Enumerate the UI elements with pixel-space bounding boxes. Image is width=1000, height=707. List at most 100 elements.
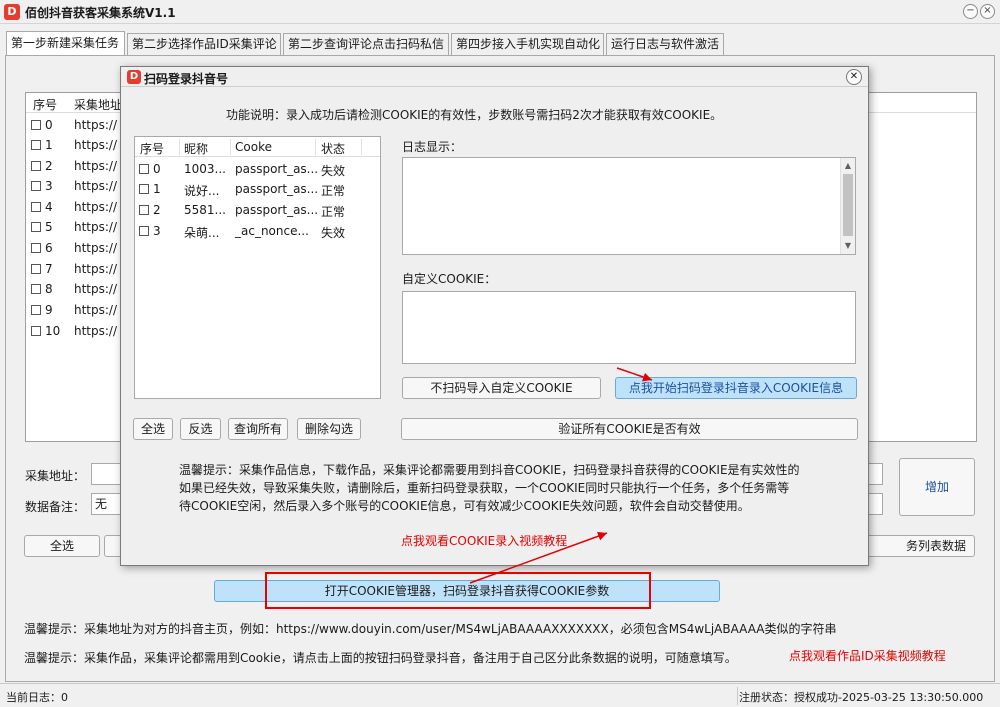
- account-nickname: 说好...: [184, 184, 220, 198]
- account-row[interactable]: 3 朵萌... _ac_nonce... 失效: [135, 221, 380, 242]
- row-checkbox[interactable]: [139, 184, 149, 194]
- row-checkbox[interactable]: [31, 284, 41, 294]
- account-status: 正常: [321, 205, 346, 219]
- registration-status: 注册状态：授权成功-2025-03-25 13:30:50.000: [739, 691, 984, 704]
- row-index: 4: [45, 200, 53, 214]
- log-scrollbar[interactable]: ▲ ▼: [840, 158, 855, 254]
- account-index: 3: [153, 224, 161, 238]
- tip-address: 温馨提示：采集地址为对方的抖音主页，例如：https://www.douyin.…: [24, 622, 837, 636]
- row-index: 0: [45, 118, 53, 132]
- row-checkbox[interactable]: [31, 264, 41, 274]
- log-display[interactable]: [402, 157, 856, 255]
- col-url[interactable]: 采集地址: [74, 96, 122, 113]
- scroll-down-icon[interactable]: ▼: [843, 240, 853, 252]
- row-url: https://: [74, 282, 118, 296]
- log-status: 当前日志：0: [6, 691, 68, 704]
- import-custom-cookie-button[interactable]: 不扫码导入自定义COOKIE: [402, 377, 601, 399]
- row-index: 8: [45, 282, 53, 296]
- account-index: 0: [153, 162, 161, 176]
- row-checkbox[interactable]: [31, 305, 41, 315]
- cookie-video-tutorial-link[interactable]: 点我观看COOKIE录入视频教程: [401, 532, 567, 549]
- column-divider: [361, 139, 362, 155]
- row-index: 1: [45, 138, 53, 152]
- select-all-accounts-button[interactable]: 全选: [133, 418, 173, 440]
- add-button[interactable]: 增加: [899, 458, 975, 516]
- row-index: 3: [45, 179, 53, 193]
- row-index: 10: [45, 324, 61, 338]
- title-bar: D 佰创抖音获客采集系统V1.1 − ×: [0, 0, 1000, 24]
- tip-cookie: 温馨提示：采集作品，采集评论都需用到Cookie，请点击上面的按钮扫码登录抖音，…: [24, 651, 737, 665]
- row-url: https://: [74, 303, 118, 317]
- verify-all-cookies-button[interactable]: 验证所有COOKIE是否有效: [401, 418, 858, 440]
- close-window-button[interactable]: ×: [980, 4, 995, 19]
- query-all-button[interactable]: 查询所有: [228, 418, 288, 440]
- col-index[interactable]: 序号: [33, 96, 57, 113]
- account-status: 失效: [321, 164, 346, 178]
- dialog-close-button[interactable]: ✕: [846, 69, 862, 85]
- dialog-description: 功能说明：录入成功后请检测COOKIE的有效性，步数账号需扫码2次才能获取有效C…: [226, 108, 723, 122]
- custom-cookie-input[interactable]: [402, 291, 856, 364]
- row-url: https://: [74, 118, 118, 132]
- dialog-logo-icon: D: [127, 70, 141, 84]
- app-logo-icon: D: [4, 4, 20, 20]
- warm-tip-line: 待COOKIE空闲，然后录入多个账号的COOKIE信息，可有效减少COOKIE失…: [179, 499, 750, 513]
- status-divider: [737, 687, 738, 705]
- scroll-up-icon[interactable]: ▲: [843, 160, 853, 172]
- col-index[interactable]: 序号: [140, 140, 164, 157]
- row-url: https://: [74, 324, 118, 338]
- row-checkbox[interactable]: [139, 164, 149, 174]
- account-row[interactable]: 0 1003... passport_as... 失效: [135, 159, 380, 180]
- row-checkbox[interactable]: [31, 161, 41, 171]
- account-list-header: 序号 昵称 Cooke 状态: [135, 137, 380, 157]
- row-checkbox[interactable]: [31, 140, 41, 150]
- account-nickname: 1003...: [184, 162, 226, 176]
- row-checkbox[interactable]: [31, 181, 41, 191]
- tab-phone-automation[interactable]: 第四步接入手机实现自动化: [451, 33, 604, 55]
- column-divider: [315, 139, 316, 155]
- account-cookie: passport_as...: [235, 182, 319, 196]
- row-checkbox[interactable]: [31, 222, 41, 232]
- row-checkbox[interactable]: [31, 120, 41, 130]
- row-checkbox[interactable]: [31, 326, 41, 336]
- account-list[interactable]: 序号 昵称 Cooke 状态 0 1003... passport_as... …: [134, 136, 381, 399]
- scroll-thumb[interactable]: [843, 174, 853, 236]
- log-label: 日志显示：: [402, 140, 463, 154]
- account-row[interactable]: 1 说好... passport_as... 正常: [135, 179, 380, 200]
- tab-query-comments[interactable]: 第二步查询评论点击扫码私信: [283, 33, 449, 55]
- invert-selection-button[interactable]: 反选: [180, 418, 221, 440]
- row-checkbox[interactable]: [31, 202, 41, 212]
- column-divider: [230, 139, 231, 155]
- col-status[interactable]: 状态: [321, 140, 345, 157]
- app-title: 佰创抖音获客采集系统V1.1: [25, 6, 176, 20]
- account-nickname: 5581...: [184, 203, 226, 217]
- annotation-highlight-box: [265, 572, 651, 609]
- account-row[interactable]: 2 5581... passport_as... 正常: [135, 200, 380, 221]
- video-tutorial-link[interactable]: 点我观看作品ID采集视频教程: [789, 647, 946, 664]
- row-url: https://: [74, 262, 118, 276]
- row-index: 9: [45, 303, 53, 317]
- row-url: https://: [74, 200, 118, 214]
- minimize-button[interactable]: −: [963, 4, 978, 19]
- row-index: 7: [45, 262, 53, 276]
- tab-new-task[interactable]: 第一步新建采集任务: [6, 31, 125, 55]
- row-checkbox[interactable]: [139, 205, 149, 215]
- col-nickname[interactable]: 昵称: [184, 140, 208, 157]
- warm-tip-line: 如果已经失效，导致采集失败，请删除后，重新扫码登录获取，一个COOKIE同时只能…: [179, 481, 790, 495]
- scan-login-button[interactable]: 点我开始扫码登录抖音录入COOKIE信息: [615, 377, 857, 399]
- tab-logs-activation[interactable]: 运行日志与软件激活: [606, 33, 724, 55]
- select-all-button[interactable]: 全选: [24, 535, 100, 557]
- col-cookie[interactable]: Cooke: [235, 140, 272, 154]
- row-checkbox[interactable]: [31, 243, 41, 253]
- row-index: 2: [45, 159, 53, 173]
- cookie-login-dialog: D 扫码登录抖音号 ✕ 功能说明：录入成功后请检测COOKIE的有效性，步数账号…: [120, 66, 869, 566]
- delete-checked-button[interactable]: 删除勾选: [297, 418, 361, 440]
- remark-label: 数据备注：: [25, 500, 86, 514]
- dialog-title: 扫码登录抖音号: [144, 72, 229, 86]
- row-url: https://: [74, 159, 118, 173]
- tab-select-work[interactable]: 第二步选择作品ID采集评论: [127, 33, 281, 55]
- row-checkbox[interactable]: [139, 226, 149, 236]
- column-divider: [179, 139, 180, 155]
- row-url: https://: [74, 179, 118, 193]
- status-bar: 当前日志：0 注册状态：授权成功-2025-03-25 13:30:50.000: [0, 683, 1000, 707]
- account-nickname: 朵萌...: [184, 226, 220, 240]
